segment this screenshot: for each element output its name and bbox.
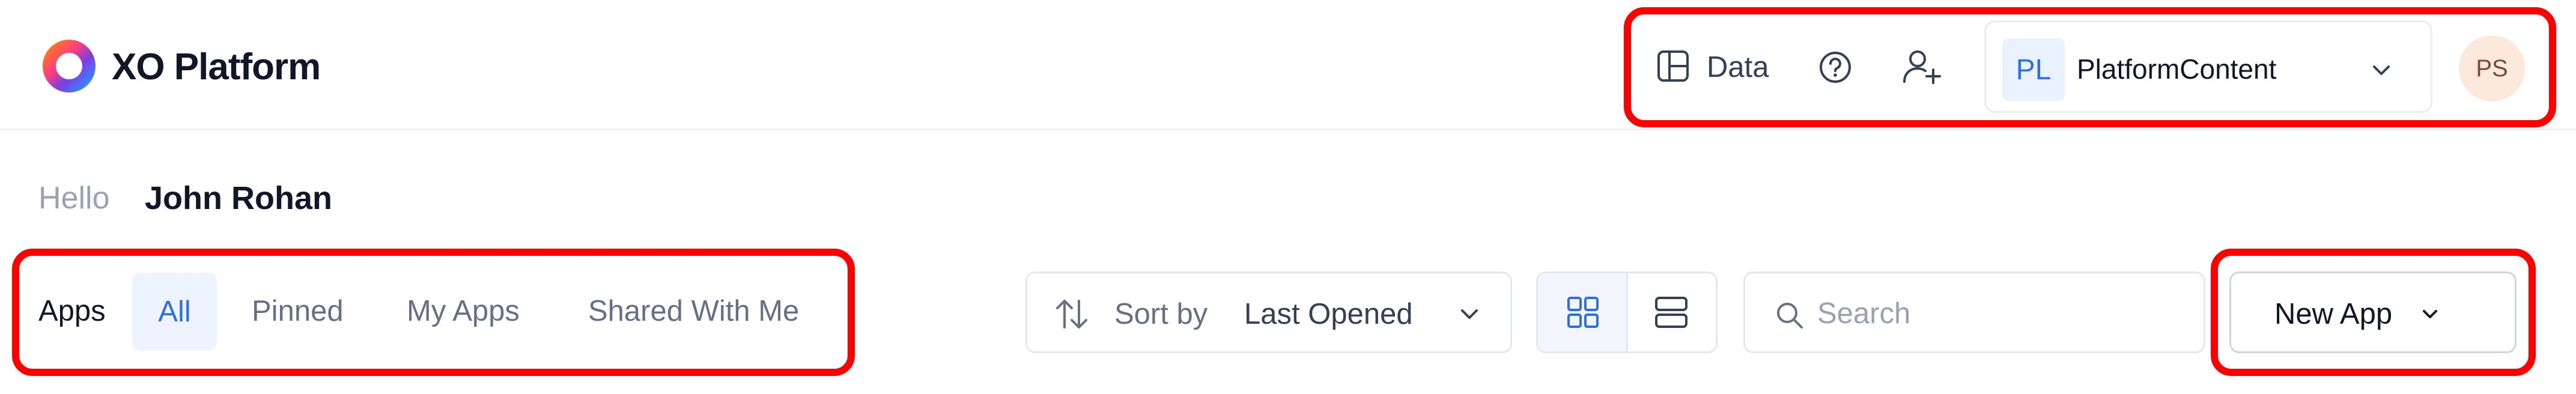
tab-all[interactable]: All	[132, 273, 217, 351]
sort-dropdown[interactable]: Sort by Last Opened	[1025, 271, 1512, 353]
add-user-icon	[1903, 50, 1941, 84]
new-app-label: New App	[2274, 298, 2393, 330]
greeting-hello: Hello	[38, 181, 110, 216]
search-box	[1743, 271, 2205, 353]
data-button[interactable]: Data	[1656, 43, 1769, 91]
tab-pinned[interactable]: Pinned	[252, 293, 344, 329]
new-app-button[interactable]: New App	[2229, 271, 2517, 353]
sort-arrows-icon	[1056, 300, 1087, 329]
tab-all-label: All	[158, 296, 191, 328]
list-view-icon	[1655, 297, 1687, 328]
chevron-down-icon	[1461, 309, 1478, 319]
user-name: John Rohan	[145, 180, 332, 216]
workspace-selector[interactable]: PL PlatformContent	[1984, 20, 2432, 113]
brand-name: XO Platform	[112, 46, 321, 88]
data-label: Data	[1707, 51, 1769, 83]
grid-view-button[interactable]	[1538, 273, 1628, 351]
workspace-name: PlatformContent	[2077, 53, 2277, 85]
apps-label: Apps	[38, 295, 106, 327]
search-input[interactable]	[1816, 291, 2179, 336]
view-toggle	[1536, 271, 1718, 353]
chevron-down-icon	[2373, 65, 2390, 75]
tab-my-apps[interactable]: My Apps	[407, 293, 520, 329]
sort-value: Last Opened	[1244, 298, 1413, 330]
chevron-down-icon	[2423, 310, 2437, 318]
grid-view-icon	[1567, 297, 1599, 328]
search-icon	[1777, 303, 1803, 329]
tab-shared-with-me[interactable]: Shared With Me	[588, 293, 799, 329]
help-button[interactable]	[1816, 48, 1855, 86]
ring-logo-icon	[41, 38, 97, 94]
avatar[interactable]: PS	[2459, 35, 2525, 102]
workspace-badge: PL	[2002, 38, 2065, 101]
list-view-button[interactable]	[1628, 273, 1716, 351]
layout-panel-icon	[1656, 49, 1690, 86]
sort-by-label: Sort by	[1114, 298, 1208, 330]
help-circle-icon	[1820, 52, 1851, 83]
add-user-button[interactable]	[1901, 46, 1944, 89]
